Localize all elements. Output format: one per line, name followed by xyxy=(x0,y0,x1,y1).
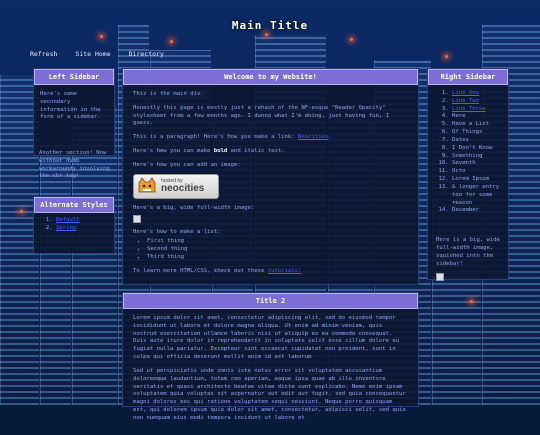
main-paragraph-3: This is a paragraph! Here's how you make… xyxy=(133,134,332,141)
alternate-styles-heading: Alternate Styles xyxy=(34,197,114,213)
list-item: Seventh xyxy=(452,160,504,168)
page-title: Main Title xyxy=(231,19,309,32)
list-item: Something xyxy=(452,153,504,161)
title-2-heading: Title 2 xyxy=(123,293,418,309)
list-item: Third thing xyxy=(147,254,408,262)
style-default-link[interactable]: Default xyxy=(56,217,80,223)
left-sidebar: Left Sidebar Here's some secondary infor… xyxy=(33,68,115,156)
tutorials-link[interactable]: tutorials! xyxy=(268,268,302,274)
right-link-one[interactable]: Link One xyxy=(452,90,479,96)
main-paragraph-1: This is the main div. xyxy=(133,91,204,97)
nav-directory-link[interactable]: Directory xyxy=(129,50,164,58)
lorem-paragraph-2: Sed ut perspiciatis unde omnis iste natu… xyxy=(133,367,406,421)
list-item: Second thing xyxy=(147,246,408,254)
right-sidebar-heading: Right Sidebar xyxy=(428,69,508,85)
list-item: I Don't Know xyxy=(452,145,504,153)
list-item: Have a List xyxy=(452,121,504,129)
main-heading: Welcome to my Website! xyxy=(123,69,418,85)
main-list: First thing Second thing Third thing xyxy=(147,238,408,261)
left-sidebar-text: Here's some secondary information in the… xyxy=(40,91,101,121)
main-content: This is the main div. Honestly this page… xyxy=(123,85,418,288)
right-link-three[interactable]: Link Three xyxy=(452,106,486,112)
top-nav: Refresh Site Home Directory xyxy=(30,50,164,58)
main-paragraph-4: Here's how you can make bold and italic … xyxy=(133,148,285,155)
nav-site-home-link[interactable]: Site Home xyxy=(75,50,110,58)
main-paragraph-8: To learn more HTML/CSS, check out these … xyxy=(133,267,302,274)
list-item: & longer entry too for some reason xyxy=(452,184,504,207)
alternate-styles-list: Default Spring xyxy=(34,213,114,233)
nav-refresh-link[interactable]: Refresh xyxy=(30,50,57,58)
title-2-content: Lorem ipsum dolor sit amet, consectetur … xyxy=(123,309,418,435)
list-item: Dates xyxy=(452,137,504,145)
main-paragraph-5: Here's how you can add an image: xyxy=(133,161,241,168)
wide-image xyxy=(133,214,141,223)
sidebar-image xyxy=(436,272,444,281)
main-paragraph-6: Here's a big, wide full-width image: xyxy=(133,204,255,211)
neocities-badge[interactable]: hosted by neocities xyxy=(133,173,219,199)
title-2-panel: Title 2 Lorem ipsum dolor sit amet, cons… xyxy=(122,292,419,421)
list-item: Lorem Ipsum xyxy=(452,176,504,184)
style-spring-link[interactable]: Spring xyxy=(56,225,76,231)
list-item: First thing xyxy=(147,238,408,246)
list-item: Of Things xyxy=(452,129,504,137)
right-sidebar: Right Sidebar Link One Link Two Link Thr… xyxy=(427,68,509,281)
list-item: December xyxy=(452,207,504,215)
main-paragraph-2: Honestly this page is mostly just a reha… xyxy=(133,104,389,127)
right-sidebar-list: Link One Link Two Link Three Here Have a… xyxy=(428,85,508,215)
main-paragraph-7: Here's how to make a list: xyxy=(133,228,221,235)
main-panel: Welcome to my Website! This is the main … xyxy=(122,68,419,285)
lorem-paragraph-1: Lorem ipsum dolor sit amet, consectetur … xyxy=(133,315,400,361)
neocities-cat-icon xyxy=(138,177,156,193)
right-link-two[interactable]: Link Two xyxy=(452,98,479,104)
list-item: Here xyxy=(452,113,504,121)
left-sidebar-text-2: Another section! Now without dumb workar… xyxy=(39,150,110,180)
neocities-link[interactable]: Neocities xyxy=(298,134,328,140)
left-sidebar-heading: Left Sidebar xyxy=(34,69,114,85)
right-sidebar-bottom-text: Here is a big, wide full-width image, sq… xyxy=(436,237,500,267)
list-item: Octo xyxy=(452,168,504,176)
alternate-styles-panel: Alternate Styles Default Spring xyxy=(33,196,115,254)
